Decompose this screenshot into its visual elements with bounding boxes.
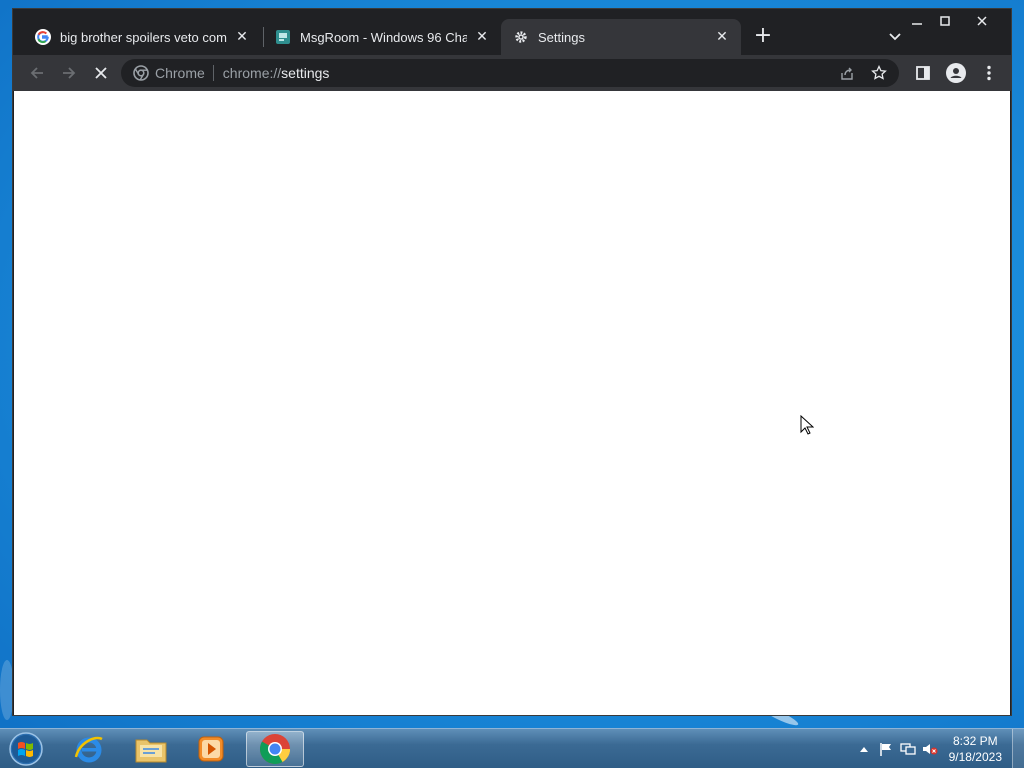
- maximize-button[interactable]: [931, 11, 959, 31]
- volume-muted-icon[interactable]: [919, 738, 941, 760]
- taskbar: 8:32 PM 9/18/2023: [0, 728, 1024, 768]
- forward-button[interactable]: [55, 59, 83, 87]
- action-center-flag-icon[interactable]: [875, 738, 897, 760]
- omnibox-actions: [829, 61, 893, 85]
- tab-search-icon[interactable]: [885, 27, 905, 47]
- msgroom-icon: [275, 29, 291, 45]
- clock[interactable]: 8:32 PM 9/18/2023: [949, 733, 1002, 765]
- browser-toolbar: Chrome chrome:// settings: [13, 55, 1011, 91]
- internet-explorer-icon[interactable]: [60, 731, 118, 767]
- share-icon[interactable]: [833, 61, 861, 85]
- window-controls: [903, 11, 1005, 31]
- file-explorer-icon[interactable]: [122, 731, 180, 767]
- chrome-logo-icon: [133, 65, 149, 81]
- clock-time: 8:32 PM: [952, 734, 998, 748]
- side-panel-icon[interactable]: [909, 59, 937, 87]
- show-desktop-button[interactable]: [1012, 729, 1024, 768]
- network-icon[interactable]: [897, 738, 919, 760]
- stop-loading-button[interactable]: [87, 59, 115, 87]
- omnibox-divider: [212, 65, 214, 81]
- bookmark-star-icon[interactable]: [865, 61, 893, 85]
- tab-msgroom[interactable]: MsgRoom - Windows 96 Chat ✕: [263, 19, 501, 55]
- profile-avatar-icon[interactable]: [942, 59, 970, 87]
- site-chip: Chrome: [155, 65, 205, 81]
- page-content: [14, 91, 1010, 715]
- url-scheme: chrome://: [222, 65, 282, 81]
- gear-icon: [513, 29, 529, 45]
- close-tab-icon[interactable]: ✕: [473, 28, 491, 46]
- tab-google-search[interactable]: big brother spoilers veto compet ✕: [23, 19, 261, 55]
- browser-window: big brother spoilers veto compet ✕ MsgRo…: [12, 8, 1012, 716]
- tab-title: big brother spoilers veto compet: [60, 29, 227, 45]
- chrome-icon[interactable]: [246, 731, 304, 767]
- start-button[interactable]: [6, 730, 46, 768]
- kebab-menu-icon[interactable]: [975, 59, 1003, 87]
- mouse-cursor-icon: [800, 414, 815, 440]
- new-tab-button[interactable]: +: [751, 25, 775, 49]
- url-host: settings: [281, 65, 330, 81]
- address-bar[interactable]: Chrome chrome:// settings: [121, 59, 899, 87]
- media-player-icon[interactable]: [182, 731, 240, 767]
- clock-date: 9/18/2023: [948, 750, 1002, 764]
- close-tab-icon[interactable]: ✕: [713, 28, 731, 46]
- tab-title: Settings: [538, 29, 585, 45]
- back-button[interactable]: [23, 59, 51, 87]
- tab-settings[interactable]: Settings ✕: [501, 19, 741, 55]
- tab-strip: big brother spoilers veto compet ✕ MsgRo…: [13, 9, 1011, 55]
- close-window-button[interactable]: [959, 11, 1005, 31]
- minimize-button[interactable]: [903, 11, 931, 31]
- close-tab-icon[interactable]: ✕: [233, 28, 251, 46]
- show-hidden-icons-icon[interactable]: [853, 738, 875, 760]
- tab-title: MsgRoom - Windows 96 Chat: [300, 29, 467, 45]
- system-tray: 8:32 PM 9/18/2023: [853, 729, 1024, 768]
- google-g-icon: [35, 29, 51, 45]
